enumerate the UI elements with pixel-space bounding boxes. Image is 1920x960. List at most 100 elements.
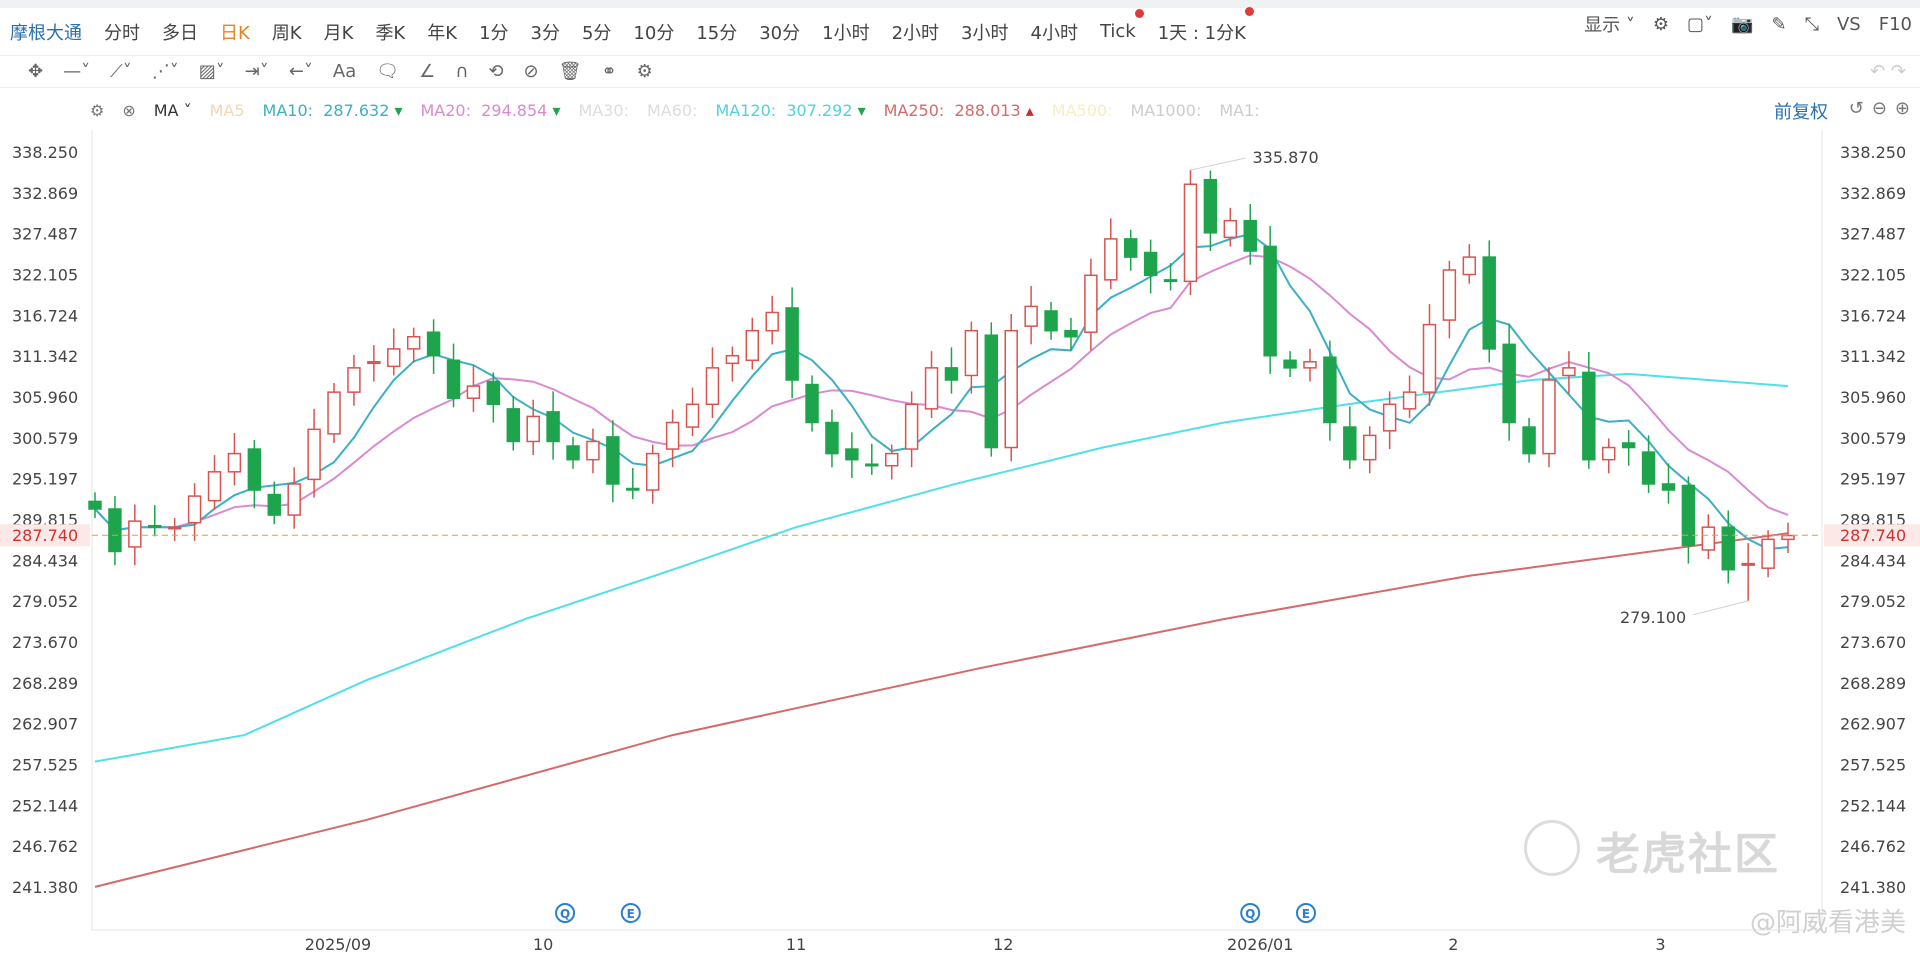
high-leader (1190, 157, 1246, 171)
candle-down (1163, 279, 1178, 283)
candle-up (1363, 434, 1377, 461)
candle-up (904, 403, 919, 450)
candle-up (466, 385, 481, 399)
y-tick-left: 268.289 (12, 674, 78, 693)
candle-up (347, 367, 361, 393)
candle-up (1602, 446, 1616, 461)
y-tick-right: 316.724 (1840, 306, 1906, 325)
candle-down (825, 421, 839, 455)
candle-up (327, 391, 341, 435)
y-tick-left: 246.762 (12, 837, 78, 856)
candle-up (1183, 183, 1198, 283)
y-tick-right: 268.289 (1840, 674, 1906, 693)
y-tick-right: 311.342 (1840, 347, 1906, 366)
candle-up (207, 471, 222, 502)
x-tick-label: 12 (993, 935, 1013, 954)
candle-up (1422, 323, 1437, 393)
y-tick-right: 300.579 (1840, 429, 1906, 448)
y-tick-right: 327.487 (1840, 225, 1906, 244)
candle-up (1104, 238, 1118, 281)
x-tick-label: 2026/01 (1227, 935, 1293, 954)
candle-down (845, 448, 859, 461)
candle-down (1482, 256, 1496, 350)
candle-down (1502, 343, 1516, 424)
candle-up (1542, 379, 1556, 455)
candle-up (227, 452, 242, 473)
candle-up (725, 354, 740, 365)
candle-up (1781, 534, 1795, 541)
x-tick-label: 2025/09 (305, 935, 371, 954)
y-tick-right: 246.762 (1840, 837, 1906, 856)
y-tick-left: 257.525 (12, 756, 78, 775)
candlestick-chart[interactable]: 338.250 338.250 332.869 332.869 327.487 327.4… (0, 0, 1920, 960)
candle-down (546, 411, 560, 443)
candle-up (1761, 538, 1775, 569)
candle-up (128, 520, 142, 548)
candle-down (88, 500, 102, 510)
candle-up (884, 452, 899, 467)
candle-down (446, 359, 461, 399)
x-tick-label: 2 (1448, 935, 1458, 954)
y-tick-left: 262.907 (12, 715, 78, 734)
y-tick-left: 338.250 (12, 143, 78, 162)
y-tick-left: 284.434 (12, 551, 78, 570)
candle-up (1382, 403, 1397, 432)
candle-down (984, 334, 999, 449)
candle-down (1343, 426, 1357, 461)
candle-up (645, 452, 660, 491)
y-tick-left: 322.105 (12, 266, 78, 285)
event-marker-label: Q (560, 907, 570, 921)
candle-up (924, 367, 939, 410)
y-tick-left: 273.670 (12, 633, 78, 652)
candle-up (765, 311, 779, 332)
candle-up (526, 415, 540, 443)
x-tick-label: 11 (786, 935, 806, 954)
candle-down (1064, 329, 1078, 338)
high-label: 335.870 (1252, 148, 1318, 167)
y-tick-right: 332.869 (1840, 184, 1906, 203)
candle-down (1323, 356, 1337, 424)
candle-up (1223, 219, 1238, 239)
last-price-right: 287.740 (1840, 526, 1906, 545)
candle-down (566, 445, 580, 461)
candle-down (1522, 426, 1536, 455)
candle-down (865, 463, 879, 467)
candle-down (805, 383, 819, 424)
event-marker-label: E (627, 907, 635, 921)
x-tick-label: 3 (1655, 935, 1665, 954)
event-marker-label: E (1302, 907, 1310, 921)
y-tick-right: 262.907 (1840, 715, 1906, 734)
candle-up (406, 336, 421, 350)
y-tick-right: 257.525 (1840, 756, 1906, 775)
candle-up (586, 440, 600, 461)
y-tick-left: 311.342 (12, 347, 78, 366)
y-tick-right: 305.960 (1840, 388, 1906, 407)
candle-up (1084, 274, 1098, 333)
candle-down (1721, 526, 1735, 571)
candle-up (287, 483, 301, 516)
y-tick-left: 300.579 (12, 429, 78, 448)
candle-up (307, 428, 321, 481)
candle-down (626, 487, 640, 491)
candle-down (1681, 484, 1696, 547)
y-tick-left: 295.197 (12, 470, 78, 489)
candle-down (1243, 219, 1257, 252)
candle-down (1641, 451, 1656, 485)
candle-up (1562, 367, 1576, 377)
candle-down (944, 367, 959, 381)
y-tick-left: 279.052 (12, 592, 78, 611)
candle-down (1044, 310, 1058, 332)
candle-down (148, 524, 162, 528)
low-label: 279.100 (1620, 608, 1686, 627)
y-tick-right: 295.197 (1840, 470, 1906, 489)
credit-text: @阿威看港美 (1749, 908, 1906, 938)
candle-down (1143, 251, 1158, 277)
candle-down (486, 380, 501, 406)
candle-up (964, 329, 979, 377)
y-tick-right: 273.670 (1840, 633, 1906, 652)
candle-down (1203, 178, 1218, 234)
watermark-logo (1524, 820, 1580, 876)
candle-up (1004, 329, 1018, 449)
candle-up (745, 329, 760, 362)
candle-up (1303, 361, 1317, 369)
